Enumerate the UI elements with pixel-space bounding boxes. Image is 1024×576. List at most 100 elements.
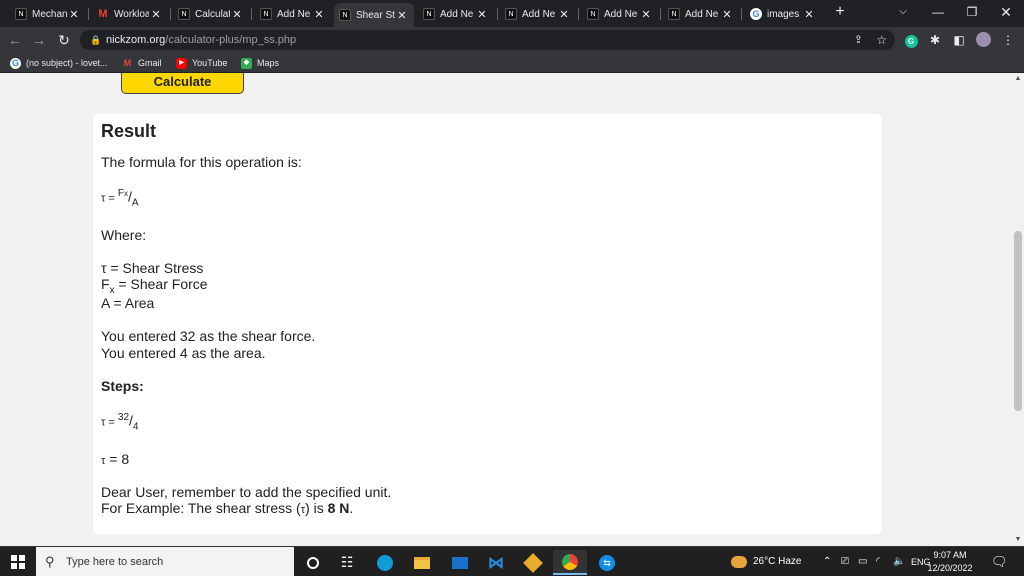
tab-separator xyxy=(497,8,498,20)
start-button[interactable] xyxy=(0,547,36,576)
minimize-button[interactable]: — xyxy=(921,0,955,24)
entered-force: You entered 32 as the shear force. xyxy=(101,328,316,344)
window-close-button[interactable]: ✕ xyxy=(989,0,1023,24)
extensions-puzzle-icon[interactable]: ✱ xyxy=(925,30,945,50)
bookmark-gmail[interactable]: M Gmail xyxy=(122,55,162,71)
bookmark-youtube[interactable]: ▶ YouTube xyxy=(176,55,227,71)
tab-8[interactable]: N Add Ne ✕ xyxy=(663,3,739,25)
vscode-icon[interactable]: ⋈ xyxy=(479,550,513,575)
close-icon[interactable]: ✕ xyxy=(230,8,244,21)
tab-4-active[interactable]: N Shear St ✕ xyxy=(334,3,414,27)
tab-label: Add Ne xyxy=(522,8,556,20)
where-label: Where: xyxy=(101,227,147,243)
tab-2[interactable]: N Calculat ✕ xyxy=(173,3,249,25)
scroll-down-arrow-icon[interactable]: ▼ xyxy=(1012,534,1024,546)
address-bar[interactable]: 🔒 nickzom.org/calculator-plus/mp_ss.php … xyxy=(80,30,895,50)
share-icon[interactable]: ⇪ xyxy=(854,30,863,50)
youtube-icon: ▶ xyxy=(176,57,187,69)
bookmark-star-icon[interactable]: ☆ xyxy=(876,30,887,50)
notifications-icon[interactable]: 🗨 xyxy=(991,547,1008,576)
browser-toolbar: ← → ↻ 🔒 nickzom.org/calculator-plus/mp_s… xyxy=(0,27,1024,53)
tab-5[interactable]: N Add Ne ✕ xyxy=(418,3,494,25)
result-card: Result The formula for this operation is… xyxy=(93,114,882,534)
def-area: A = Area xyxy=(101,295,155,311)
lock-icon: 🔒 xyxy=(90,35,102,45)
calculate-button[interactable]: Calculate xyxy=(121,73,244,94)
tab-1[interactable]: M Workloa ✕ xyxy=(92,3,168,25)
clock[interactable]: 9:07 AM 12/20/2022 xyxy=(926,549,974,575)
battery-icon[interactable]: ▭ xyxy=(858,547,867,576)
def-fx: Fx = Shear Force xyxy=(101,276,208,296)
cortana-icon[interactable] xyxy=(296,550,330,575)
bookmark-maps[interactable]: ◆ Maps xyxy=(241,55,279,71)
profile-avatar[interactable] xyxy=(973,30,993,50)
back-arrow-icon[interactable]: ← xyxy=(5,30,25,50)
tab-7[interactable]: N Add Ne ✕ xyxy=(582,3,658,25)
close-icon[interactable]: ✕ xyxy=(149,8,163,21)
close-icon[interactable]: ✕ xyxy=(639,8,653,21)
app-cube-icon[interactable] xyxy=(516,550,550,575)
close-icon[interactable]: ✕ xyxy=(802,8,816,21)
numerator: Fx xyxy=(118,188,128,199)
scrollbar-thumb[interactable] xyxy=(1014,231,1022,411)
nickzom-icon: N xyxy=(260,8,272,20)
equals-sign: = xyxy=(105,192,118,205)
close-icon[interactable]: ✕ xyxy=(720,8,734,21)
reload-icon[interactable]: ↻ xyxy=(54,30,74,50)
scroll-up-arrow-icon[interactable]: ▲ xyxy=(1012,73,1024,85)
nickzom-icon: N xyxy=(178,8,190,20)
forward-arrow-icon[interactable]: → xyxy=(29,30,49,50)
tab-search-chevron-icon[interactable]: ⌵ xyxy=(886,0,920,24)
tab-label: Mechan xyxy=(32,8,67,20)
taskbar-search-box[interactable]: ⚲ Type here to search xyxy=(36,547,294,576)
bookmark-no-subject[interactable]: G (no subject) - lovet... xyxy=(10,55,108,71)
restore-button[interactable]: ❐ xyxy=(955,0,989,24)
windows-logo-icon xyxy=(11,555,25,569)
gmail-icon: M xyxy=(98,8,108,20)
bookmark-label: YouTube xyxy=(192,58,228,68)
file-explorer-icon[interactable] xyxy=(405,550,439,575)
close-icon[interactable]: ✕ xyxy=(475,8,489,21)
nickzom-icon: N xyxy=(505,8,517,20)
new-tab-button[interactable]: + xyxy=(832,3,848,23)
meet-now-icon[interactable]: ⎚ xyxy=(841,547,849,576)
close-icon[interactable]: ✕ xyxy=(557,8,571,21)
weather-text: 26°C Haze xyxy=(753,556,802,567)
tab-0[interactable]: N Mechan ✕ xyxy=(10,3,86,25)
bookmark-label: (no subject) - lovet... xyxy=(26,58,108,68)
tab-6[interactable]: N Add Ne ✕ xyxy=(500,3,576,25)
steps-heading: Steps: xyxy=(101,378,144,394)
unit-note: Dear User, remember to add the specified… xyxy=(101,484,392,500)
bookmark-label: Gmail xyxy=(138,58,162,68)
close-icon[interactable]: ✕ xyxy=(67,8,81,21)
close-icon[interactable]: ✕ xyxy=(312,8,326,21)
mail-icon[interactable] xyxy=(443,550,477,575)
example-text: ) is xyxy=(305,500,328,516)
kebab-menu-icon[interactable]: ⋮ xyxy=(998,30,1018,50)
task-view-icon[interactable]: ☷ xyxy=(330,550,364,575)
formula-intro: The formula for this operation is: xyxy=(101,154,302,170)
tab-3[interactable]: N Add Ne ✕ xyxy=(255,3,331,25)
close-icon[interactable]: ✕ xyxy=(395,9,409,22)
vertical-scrollbar[interactable]: ▲ ▼ xyxy=(1012,73,1024,546)
chrome-icon[interactable] xyxy=(553,550,587,575)
tab-9[interactable]: G images ✕ xyxy=(745,3,821,25)
def-fx-symbol: F xyxy=(101,276,110,292)
search-placeholder: Type here to search xyxy=(66,556,164,568)
step-result: τ = 8 xyxy=(101,451,129,467)
example-value: 8 N xyxy=(327,500,350,516)
teamviewer-icon[interactable]: ⇆ xyxy=(590,550,624,575)
google-icon: G xyxy=(10,57,21,69)
nickzom-icon: N xyxy=(15,8,27,20)
tab-label: Add Ne xyxy=(604,8,638,20)
edge-icon[interactable] xyxy=(368,550,402,575)
tab-label: Add Ne xyxy=(440,8,474,20)
windows-taskbar: ⚲ Type here to search ☷ ⋈ ⇆ 26°C Haze ⌃ … xyxy=(0,546,1024,576)
entered-area: You entered 4 as the area. xyxy=(101,345,266,361)
side-panel-icon[interactable]: ◧ xyxy=(949,30,969,50)
show-hidden-icons-chevron-icon[interactable]: ⌃ xyxy=(823,547,831,576)
grammarly-icon[interactable]: G xyxy=(901,30,921,50)
weather-widget[interactable]: 26°C Haze xyxy=(731,547,801,576)
wifi-icon[interactable]: ◜ xyxy=(876,547,880,576)
volume-icon[interactable]: 🔈 xyxy=(893,547,905,576)
